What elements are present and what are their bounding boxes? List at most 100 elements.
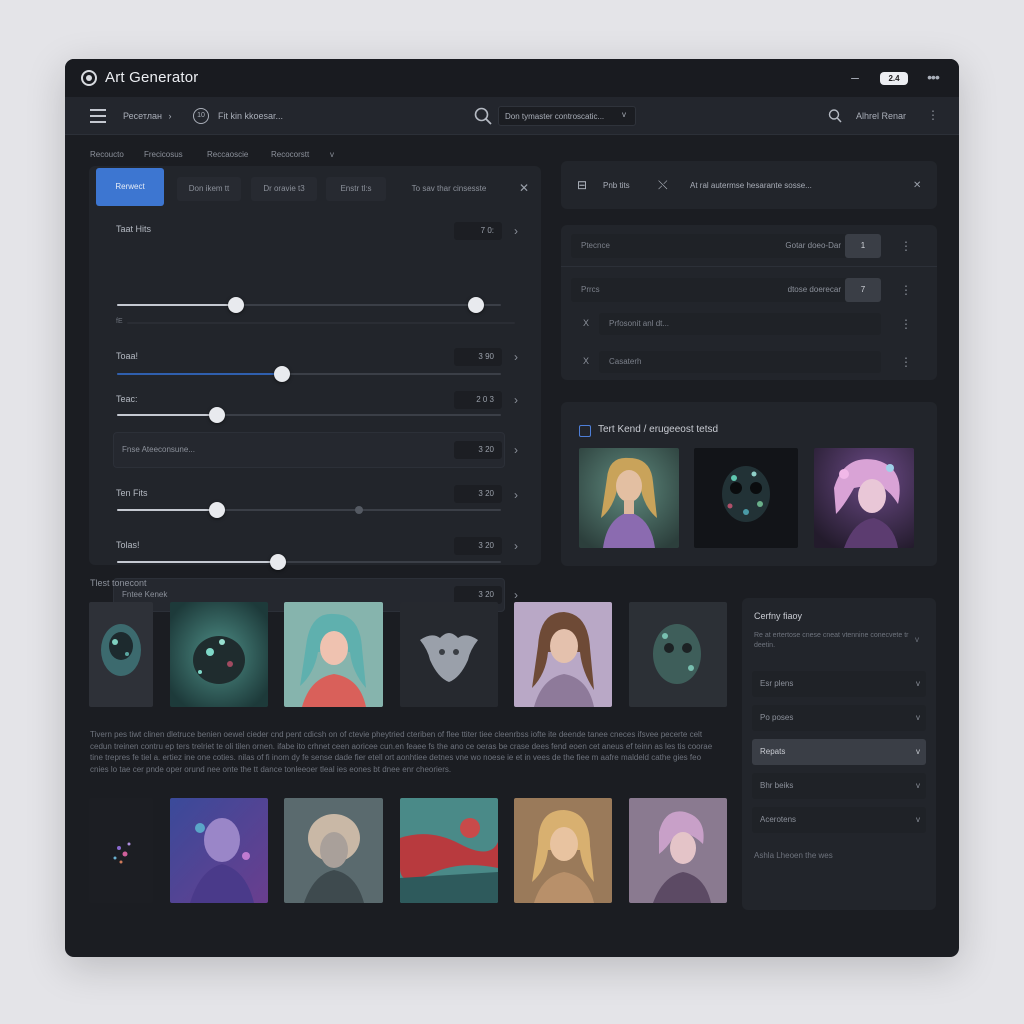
minimize-button[interactable]: –	[848, 68, 862, 86]
slider-thumb[interactable]	[208, 407, 225, 423]
slider-track[interactable]	[117, 414, 501, 416]
field-label: Fntee Kenek	[122, 590, 168, 599]
control-value: 3 20	[454, 485, 502, 503]
featured-image[interactable]	[579, 448, 679, 548]
row-more-icon[interactable]: ⋮	[900, 356, 912, 368]
subnav-item[interactable]: Reccaoscie	[207, 150, 248, 159]
featured-title: Tert Kend / erugeeost tetsd	[598, 424, 719, 435]
tab-enstr[interactable]: Enstr tl:s	[326, 177, 386, 201]
slider-thumb-secondary[interactable]	[468, 297, 485, 313]
control-label: Toaa!	[116, 351, 139, 361]
tab-to-sav[interactable]: To sav thar cinsesste	[397, 177, 501, 201]
slider-track[interactable]	[117, 304, 501, 306]
slider-thumb[interactable]	[270, 554, 287, 570]
param-row[interactable]: Prrcs dtose doerecar 7	[571, 278, 881, 302]
chevron-right-icon[interactable]: ›	[514, 444, 518, 456]
gallery-image[interactable]	[170, 798, 268, 903]
gallery-image[interactable]	[170, 602, 268, 707]
gallery-image[interactable]	[514, 798, 612, 903]
chevron-right-icon[interactable]: ›	[514, 540, 518, 552]
slider-track[interactable]	[117, 561, 501, 563]
close-icon[interactable]: ✕	[519, 182, 529, 194]
param-number[interactable]: 7	[845, 278, 881, 302]
workspace-menu[interactable]: Ресетлан ›	[123, 111, 172, 121]
subnav-item[interactable]: Frecicosus	[144, 150, 183, 159]
chevron-right-icon[interactable]: ›	[514, 394, 518, 406]
sidebar-select[interactable]: Esr plens v	[752, 671, 926, 697]
sidebar-select-selected[interactable]: Repats v	[752, 739, 926, 765]
control-label: Tolas!	[116, 540, 140, 550]
param-number[interactable]: 1	[845, 234, 881, 258]
magic-wand-icon[interactable]: ⤬	[658, 179, 668, 191]
user-icon[interactable]	[827, 108, 843, 124]
gallery-image[interactable]	[400, 798, 498, 903]
frame-icon[interactable]: ⊟	[577, 179, 587, 191]
chevron-right-icon[interactable]: ›	[514, 489, 518, 501]
text-field[interactable]: Fnse Ateeconsune...	[113, 432, 505, 468]
control-value: 7 0:	[454, 222, 502, 240]
sidebar-select[interactable]: Po poses v	[752, 705, 926, 731]
param-field[interactable]: Prfosonit anl dt...	[599, 313, 881, 335]
gallery-image[interactable]	[89, 602, 153, 707]
tab-don-ikem[interactable]: Don ikem tt	[177, 177, 241, 201]
divider	[561, 266, 937, 267]
gallery-image[interactable]	[514, 602, 612, 707]
user-name[interactable]: Alhrel Renar	[856, 111, 906, 121]
close-small-icon[interactable]: X	[583, 356, 589, 366]
subnav-item[interactable]: Recocorstt	[271, 150, 309, 159]
param-field[interactable]: Casaterh	[599, 351, 881, 373]
chevron-down-icon[interactable]: v	[915, 635, 919, 644]
featured-image[interactable]	[694, 448, 798, 548]
workspace-menu-label: Ресетлан	[123, 111, 162, 121]
row-more-icon[interactable]: ⋮	[900, 284, 912, 296]
slider-fill	[117, 561, 279, 563]
subnav-item[interactable]: Recoucto	[90, 150, 124, 159]
range-track	[127, 322, 515, 324]
select-label: Esr plens	[760, 679, 794, 688]
chevron-right-icon[interactable]: ›	[514, 589, 518, 601]
tab-dr-oravie[interactable]: Dr oravie t3	[251, 177, 317, 201]
slider-thumb[interactable]	[208, 502, 225, 518]
field-label: Fnse Ateeconsune...	[122, 445, 195, 454]
search-icon[interactable]	[473, 106, 493, 126]
tab-rerwect[interactable]: Rerwect	[96, 168, 164, 206]
toolbar-more-icon[interactable]: ⋮	[927, 109, 939, 121]
control-label: Taat Hits	[116, 224, 152, 234]
chevron-right-icon[interactable]: ›	[514, 351, 518, 363]
gallery-image[interactable]	[629, 798, 727, 903]
slider-thumb[interactable]	[228, 297, 245, 313]
search-input[interactable]	[498, 106, 636, 126]
window-menu-button[interactable]: •••	[925, 68, 941, 86]
row-more-icon[interactable]: ⋮	[900, 240, 912, 252]
param-row[interactable]: Ptecnce Gotar doeo-Dar 1	[571, 234, 881, 258]
app-title: Art Generator	[105, 69, 199, 86]
control-label: Teac:	[116, 394, 138, 404]
hamburger-menu-icon[interactable]	[90, 109, 106, 123]
sidebar-select[interactable]: Bhr beiks v	[752, 773, 926, 799]
slider-thumb[interactable]	[274, 366, 291, 382]
gallery-image[interactable]	[284, 602, 383, 707]
gallery-image[interactable]	[629, 602, 727, 707]
row-more-icon[interactable]: ⋮	[900, 318, 912, 330]
chevron-right-icon[interactable]: ›	[514, 225, 518, 237]
featured-image[interactable]	[814, 448, 914, 548]
counter-circle-icon[interactable]: 10	[193, 108, 209, 124]
slider-track[interactable]	[117, 373, 501, 375]
gallery-image[interactable]	[400, 602, 498, 707]
featured-results-panel: Tert Kend / erugeeost tetsd	[561, 402, 937, 566]
control-value: 3 20	[454, 537, 502, 555]
prompt-text[interactable]: At ral autermse hesarante sosse...	[690, 181, 812, 190]
gallery-image[interactable]	[89, 798, 153, 903]
close-icon[interactable]: ✕	[913, 180, 921, 192]
gallery-image[interactable]	[284, 798, 383, 903]
slider-track[interactable]	[117, 509, 501, 511]
sidebar-select[interactable]: Acerotens v	[752, 807, 926, 833]
search-dropdown-icon[interactable]: v	[622, 110, 626, 119]
app-logo-icon	[81, 70, 97, 86]
chevron-down-icon: v	[916, 679, 920, 688]
toolbar-action[interactable]: Fit kin kkoesar...	[218, 111, 283, 121]
close-small-icon[interactable]: X	[583, 318, 589, 328]
chevron-down-icon[interactable]: v	[330, 150, 334, 159]
sidebar-title: Cerfny fiaoy	[754, 611, 803, 621]
slider-marker[interactable]	[354, 506, 363, 514]
